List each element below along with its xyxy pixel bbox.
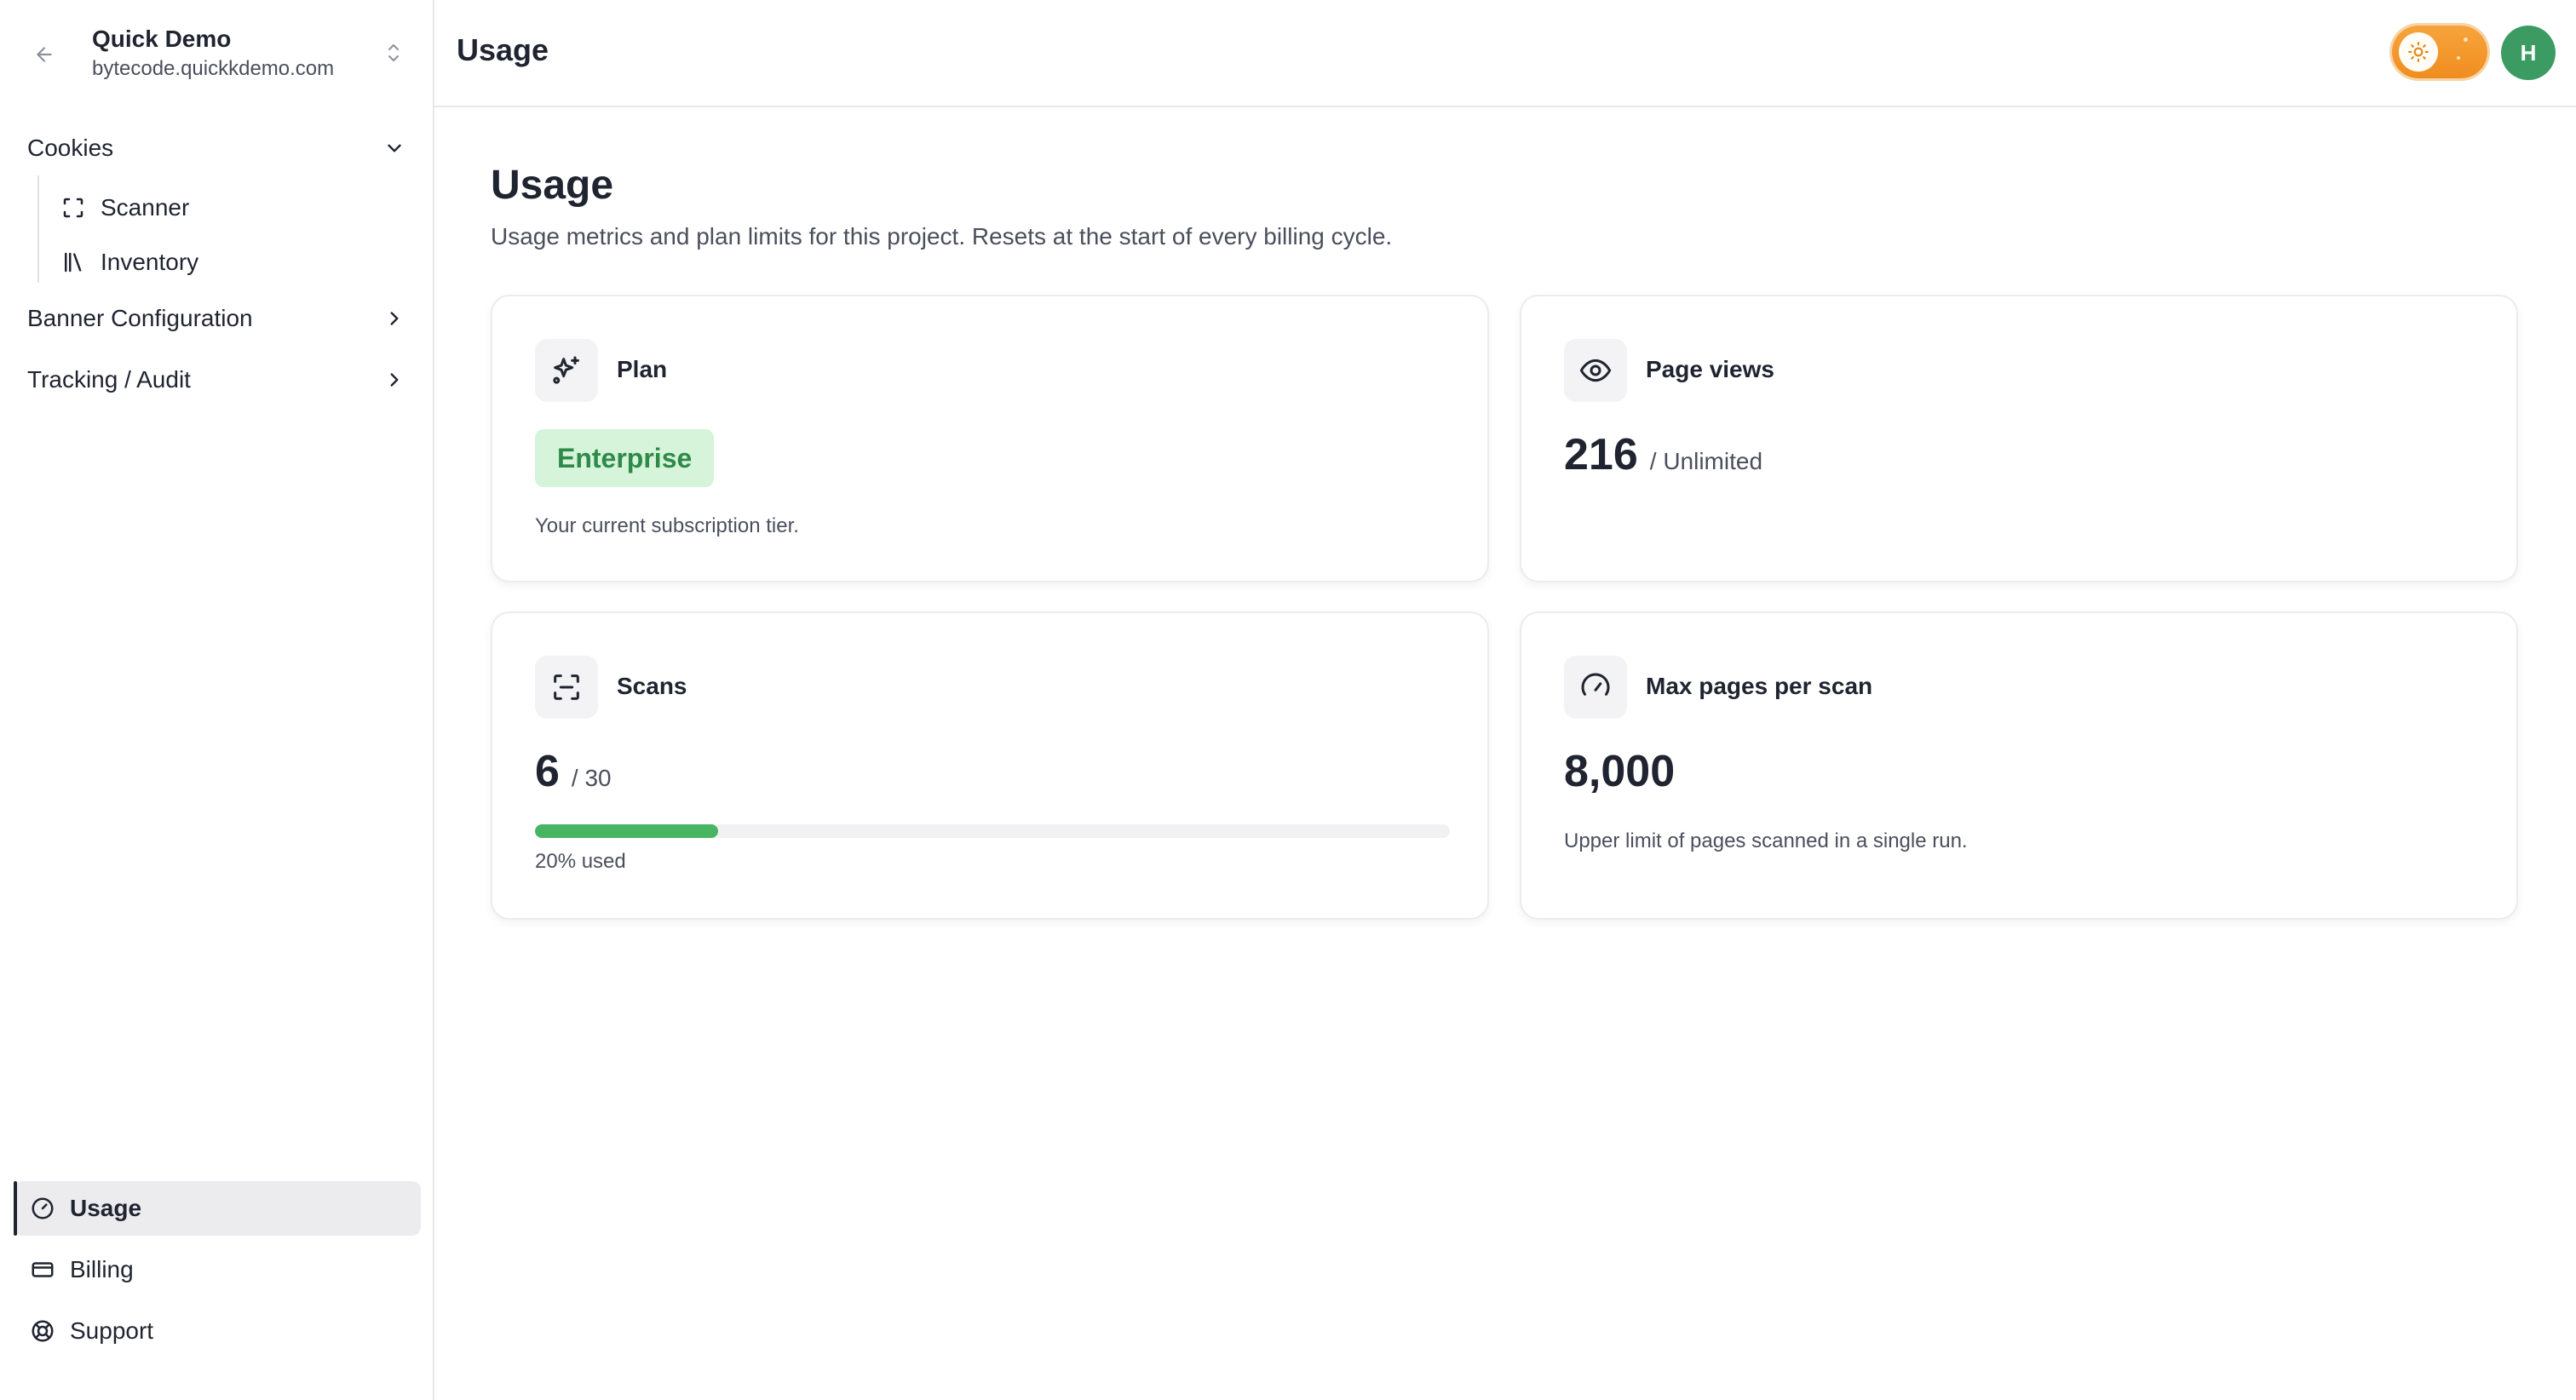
nav-group-label: Banner Configuration	[27, 305, 253, 331]
metric-limit: / Unlimited	[1649, 448, 1763, 474]
theme-toggle[interactable]	[2392, 26, 2487, 78]
nav-group-label: Tracking / Audit	[27, 366, 191, 393]
chevron-right-icon	[390, 373, 399, 387]
sun-icon	[2399, 32, 2438, 72]
sidebar-item-scanner[interactable]: Scanner	[58, 184, 416, 232]
gauge-icon	[1564, 656, 1627, 719]
topbar-title: Usage	[457, 32, 549, 67]
sidebar-item-label: Support	[70, 1317, 154, 1344]
sidebar-item-support[interactable]: Support	[14, 1304, 421, 1358]
app-root: Quick Demo bytecode.quickkdemo.com Cooki…	[0, 0, 2576, 1400]
scans-card: Scans 6 / 30 20% used	[491, 611, 1489, 920]
toggle-decoration	[2464, 37, 2468, 42]
sidebar-item-label: Scanner	[101, 194, 190, 221]
eye-icon	[1564, 339, 1627, 402]
scans-metric: 6 / 30	[535, 746, 612, 797]
card-note: Upper limit of pages scanned in a single…	[1564, 829, 1968, 852]
sidebar-item-label: Usage	[70, 1195, 142, 1221]
chevrons-up-down-icon	[388, 44, 399, 61]
page-subtitle: Usage metrics and plan limits for this p…	[491, 223, 1393, 250]
sidebar-item-usage[interactable]: Usage	[14, 1181, 421, 1236]
project-switch-button[interactable]	[378, 36, 409, 70]
nav-group-label: Cookies	[27, 135, 114, 161]
usage-percent-text: 20% used	[535, 850, 626, 873]
nav-group-banner-configuration[interactable]: Banner Configuration	[14, 291, 419, 346]
library-icon	[58, 247, 89, 278]
card-title: Page views	[1646, 356, 1774, 382]
max-pages-card: Max pages per scan 8,000 Upper limit of …	[1520, 611, 2518, 920]
credit-card-icon	[27, 1254, 58, 1285]
topbar: Usage H	[434, 0, 2576, 107]
page-views-metric: 216 / Unlimited	[1564, 429, 1762, 480]
card-title: Plan	[617, 356, 668, 382]
sidebar-item-label: Billing	[70, 1256, 134, 1282]
card-title: Scans	[617, 673, 687, 699]
sidebar: Quick Demo bytecode.quickkdemo.com Cooki…	[0, 0, 434, 1400]
metric-value: 6	[535, 747, 560, 796]
scan-icon	[535, 656, 598, 719]
nav-group-tracking-audit[interactable]: Tracking / Audit	[14, 353, 419, 407]
plan-badge: Enterprise	[535, 429, 715, 487]
metric-value: 8,000	[1564, 747, 1676, 796]
gauge-icon	[27, 1193, 58, 1224]
sparkles-icon	[535, 339, 598, 402]
lifebuoy-icon	[27, 1316, 58, 1346]
scans-progress-bar	[535, 824, 1450, 838]
main-content: Usage H Usage Usage metrics and plan lim…	[434, 0, 2576, 1400]
chevron-down-icon	[388, 144, 401, 152]
project-info[interactable]: Quick Demo bytecode.quickkdemo.com	[92, 24, 334, 83]
page-title: Usage	[491, 163, 614, 208]
page-views-card: Page views 216 / Unlimited	[1520, 295, 2518, 582]
back-button[interactable]	[27, 37, 61, 72]
project-name: Quick Demo	[92, 26, 232, 52]
max-pages-metric: 8,000	[1564, 746, 1675, 797]
metric-limit: / 30	[571, 765, 612, 791]
metric-value: 216	[1564, 430, 1638, 479]
project-switcher: Quick Demo bytecode.quickkdemo.com	[0, 0, 433, 106]
avatar[interactable]: H	[2501, 26, 2556, 80]
card-title: Max pages per scan	[1646, 673, 1873, 699]
nav-group-cookies[interactable]: Cookies	[14, 121, 419, 175]
sidebar-item-billing[interactable]: Billing	[14, 1242, 421, 1297]
project-domain: bytecode.quickkdemo.com	[92, 57, 335, 80]
plan-card: Plan Enterprise Your current subscriptio…	[491, 295, 1489, 582]
scan-frame-icon	[58, 192, 89, 223]
cookies-subnav: Scanner Inventory	[37, 175, 421, 283]
progress-fill	[535, 824, 718, 838]
arrow-left-icon	[37, 47, 52, 62]
sidebar-item-label: Inventory	[101, 249, 199, 275]
sidebar-item-inventory[interactable]: Inventory	[58, 238, 416, 286]
toggle-decoration	[2457, 56, 2460, 60]
chevron-right-icon	[390, 312, 399, 325]
card-note: Your current subscription tier.	[535, 514, 799, 537]
